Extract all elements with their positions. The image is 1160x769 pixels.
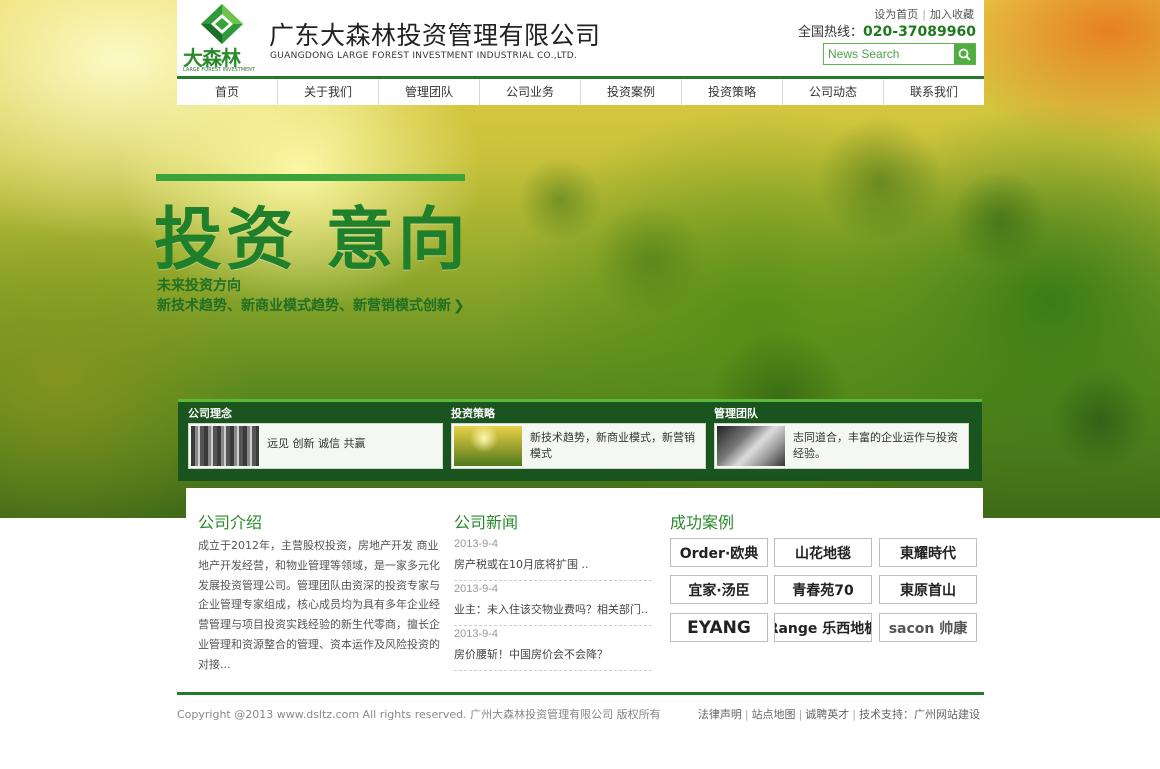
- feature-title: 公司理念: [188, 407, 232, 420]
- divider: |: [852, 708, 856, 721]
- news-title[interactable]: 公司新闻: [454, 509, 518, 533]
- search-icon: [958, 48, 971, 61]
- case-logo-dongyuan[interactable]: 東原首山: [879, 575, 977, 604]
- feature-strategy: 投资策略 新技术趋势，新商业模式，新营销模式: [441, 402, 706, 481]
- hero-subtitle-2[interactable]: 新技术趋势、新商业模式趋势、新营销模式创新 ❯: [157, 295, 465, 315]
- meeting-thumbnail: [717, 426, 785, 466]
- nav-item-cases[interactable]: 投资案例: [581, 79, 682, 105]
- divider: |: [744, 708, 749, 721]
- feature-text: 新技术趋势，新商业模式，新营销模式: [530, 431, 695, 460]
- hotline-label: 全国热线：: [798, 25, 864, 40]
- bamboo-thumbnail: [191, 426, 259, 466]
- footer-link-tech-support[interactable]: 技术支持：广州网站建设: [859, 708, 980, 721]
- case-logo-yijia[interactable]: 宜家·汤臣: [670, 575, 768, 604]
- case-logo-order[interactable]: Order·欧典: [670, 538, 768, 567]
- set-homepage-link[interactable]: 设为首页: [874, 8, 918, 21]
- footer-link-sitemap[interactable]: 站点地图: [752, 708, 796, 721]
- news-date: 2013-9-4: [454, 628, 499, 640]
- feature-card[interactable]: 志同道合，丰富的企业运作与投资经验。: [714, 423, 969, 469]
- feature-card[interactable]: 远见 创新 诚信 共赢: [188, 423, 443, 469]
- news-item[interactable]: 2013-9-4 业主：未入住该交物业费吗？相关部门..: [454, 581, 652, 626]
- add-favorite-link[interactable]: 加入收藏: [930, 8, 974, 21]
- hero-subtitle-2-text: 新技术趋势、新商业模式趋势、新营销模式创新: [157, 298, 451, 314]
- feature-philosophy: 公司理念 远见 创新 诚信 共赢: [178, 402, 443, 481]
- feature-card[interactable]: 新技术趋势，新商业模式，新营销模式: [451, 423, 706, 469]
- copyright-text: Copyright @2013 www.dsltz.com All rights…: [177, 708, 661, 721]
- case-logo-sacon[interactable]: sacon 帅康: [879, 613, 977, 642]
- news-list: 2013-9-4 房产税或在10月底将扩围 .. 2013-9-4 业主：未入住…: [454, 536, 652, 671]
- main-nav: 首页 关于我们 管理团队 公司业务 投资案例 投资策略 公司动态 联系我们: [177, 76, 984, 105]
- news-link[interactable]: 房产税或在10月底将扩围 ..: [454, 556, 652, 572]
- hero-subtitle-1: 未来投资方向: [157, 278, 241, 294]
- divider: |: [922, 8, 926, 21]
- site-header: 大森林 LARGE FOREST INVESTMENT 广东大森林投资管理有限公…: [177, 0, 984, 76]
- search-box: [823, 43, 976, 65]
- feature-strip: 公司理念 远见 创新 诚信 共赢 投资策略 新技术趋势，新商业模式，新营销模式 …: [178, 399, 982, 481]
- feature-text: 远见 创新 诚信 共赢: [267, 437, 366, 450]
- search-button[interactable]: [954, 44, 975, 64]
- case-logo-eyang[interactable]: EYANG: [670, 613, 768, 642]
- company-name-en: GUANGDONG LARGE FOREST INVESTMENT INDUST…: [270, 51, 578, 61]
- feature-team: 管理团队 志同道合，丰富的企业运作与投资经验。: [704, 402, 969, 481]
- hero-accent-bar: [156, 174, 465, 181]
- footer-links: 法律声明 | 站点地图 | 诚聘英才 | 技术支持：广州网站建设: [698, 706, 980, 722]
- chevron-right-icon: ❯: [453, 298, 465, 314]
- case-logo-qingchunyuan[interactable]: 青春苑70: [774, 575, 872, 604]
- feature-title: 管理团队: [714, 407, 758, 420]
- nav-item-strategy[interactable]: 投资策略: [682, 79, 783, 105]
- forest-thumbnail: [454, 426, 522, 466]
- company-name-cn: 广东大森林投资管理有限公司: [269, 21, 601, 50]
- feature-title: 投资策略: [451, 407, 495, 420]
- hero-title: 投资 意向: [154, 201, 470, 280]
- top-links: 设为首页 | 加入收藏: [874, 6, 974, 22]
- site-footer: Copyright @2013 www.dsltz.com All rights…: [177, 692, 984, 722]
- case-logo-dongyao[interactable]: 東耀時代: [879, 538, 977, 567]
- footer-link-legal[interactable]: 法律声明: [698, 708, 742, 721]
- cases-title[interactable]: 成功案例: [670, 509, 734, 533]
- about-title[interactable]: 公司介绍: [198, 509, 262, 533]
- nav-item-team[interactable]: 管理团队: [379, 79, 480, 105]
- hotline: 全国热线：020-37089960: [798, 21, 976, 40]
- search-input[interactable]: [824, 44, 954, 64]
- news-item[interactable]: 2013-9-4 房价腰斩！中国房价会不会降？: [454, 626, 652, 671]
- divider: |: [798, 708, 803, 721]
- news-link[interactable]: 业主：未入住该交物业费吗？相关部门..: [454, 601, 652, 617]
- logo-subtitle: LARGE FOREST INVESTMENT: [183, 67, 255, 73]
- footer-link-careers[interactable]: 诚聘英才: [805, 708, 849, 721]
- case-logo-shanhua[interactable]: 山花地毯: [774, 538, 872, 567]
- nav-item-business[interactable]: 公司业务: [480, 79, 581, 105]
- feature-text: 志同道合，丰富的企业运作与投资经验。: [793, 431, 958, 460]
- news-link[interactable]: 房价腰斩！中国房价会不会降？: [454, 646, 652, 662]
- news-date: 2013-9-4: [454, 583, 499, 595]
- news-item[interactable]: 2013-9-4 房产税或在10月底将扩围 ..: [454, 536, 652, 581]
- main-content: 公司介绍 成立于2012年，主营股权投资，房地产开发 商业地产开发经营，和物业管…: [186, 488, 983, 688]
- case-logo-range[interactable]: Range 乐西地板: [774, 613, 872, 642]
- news-date: 2013-9-4: [454, 538, 499, 550]
- nav-item-news[interactable]: 公司动态: [783, 79, 884, 105]
- nav-item-about[interactable]: 关于我们: [278, 79, 379, 105]
- nav-item-contact[interactable]: 联系我们: [884, 79, 984, 105]
- nav-item-home[interactable]: 首页: [177, 79, 278, 105]
- hotline-number: 020-37089960: [863, 24, 976, 40]
- about-text: 成立于2012年，主营股权投资，房地产开发 商业地产开发经营，和物业管理等领域，…: [198, 539, 440, 671]
